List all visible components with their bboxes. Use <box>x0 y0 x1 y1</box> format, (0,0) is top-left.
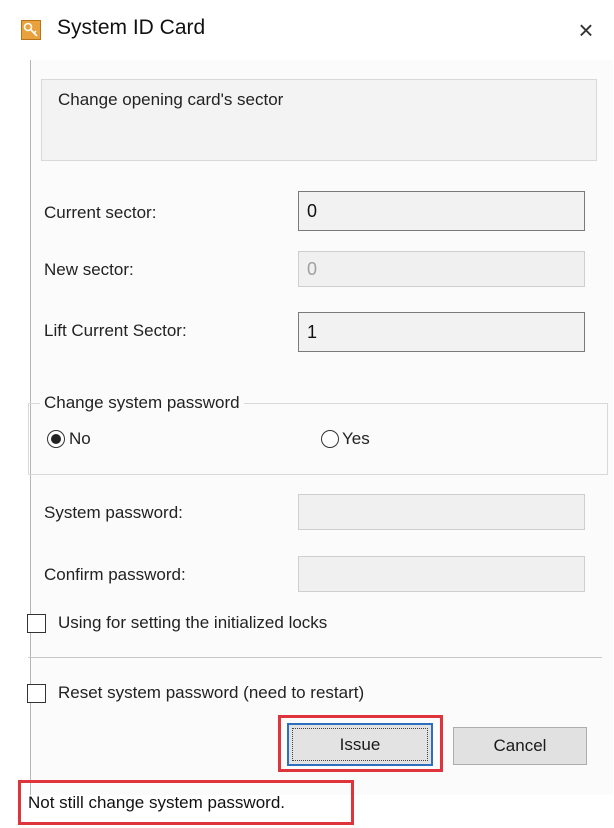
radio-yes[interactable] <box>321 430 339 448</box>
lift-current-sector-input[interactable]: 1 <box>298 312 585 352</box>
init-locks-checkbox[interactable] <box>27 614 46 633</box>
cancel-button[interactable]: Cancel <box>453 727 587 765</box>
radio-no[interactable] <box>47 430 65 448</box>
radio-no-label[interactable]: No <box>69 429 91 449</box>
password-groupbox <box>28 403 608 475</box>
confirm-password-input[interactable] <box>298 556 585 592</box>
issue-button[interactable]: Issue <box>287 723 433 766</box>
reset-password-label[interactable]: Reset system password (need to restart) <box>58 683 364 703</box>
current-sector-label: Current sector: <box>44 203 157 222</box>
separator <box>28 657 602 658</box>
key-icon <box>21 20 41 40</box>
title-bar: System ID Card × <box>0 0 614 60</box>
new-sector-label: New sector: <box>44 260 134 279</box>
current-sector-input[interactable]: 0 <box>298 191 585 231</box>
window-title: System ID Card <box>57 16 206 39</box>
close-button[interactable]: × <box>572 14 600 46</box>
radio-yes-label[interactable]: Yes <box>342 429 370 449</box>
new-sector-input[interactable]: 0 <box>298 251 585 287</box>
system-password-label: System password: <box>44 503 183 522</box>
lift-current-sector-label: Lift Current Sector: <box>44 321 187 340</box>
sector-group-title: Change opening card's sector <box>58 90 284 109</box>
system-password-input[interactable] <box>298 494 585 530</box>
focus-rectangle <box>292 728 428 761</box>
password-group-title: Change system password <box>40 393 244 413</box>
reset-password-checkbox[interactable] <box>27 684 46 703</box>
init-locks-label[interactable]: Using for setting the initialized locks <box>58 613 327 633</box>
confirm-password-label: Confirm password: <box>44 565 186 584</box>
status-message: Not still change system password. <box>28 793 285 812</box>
